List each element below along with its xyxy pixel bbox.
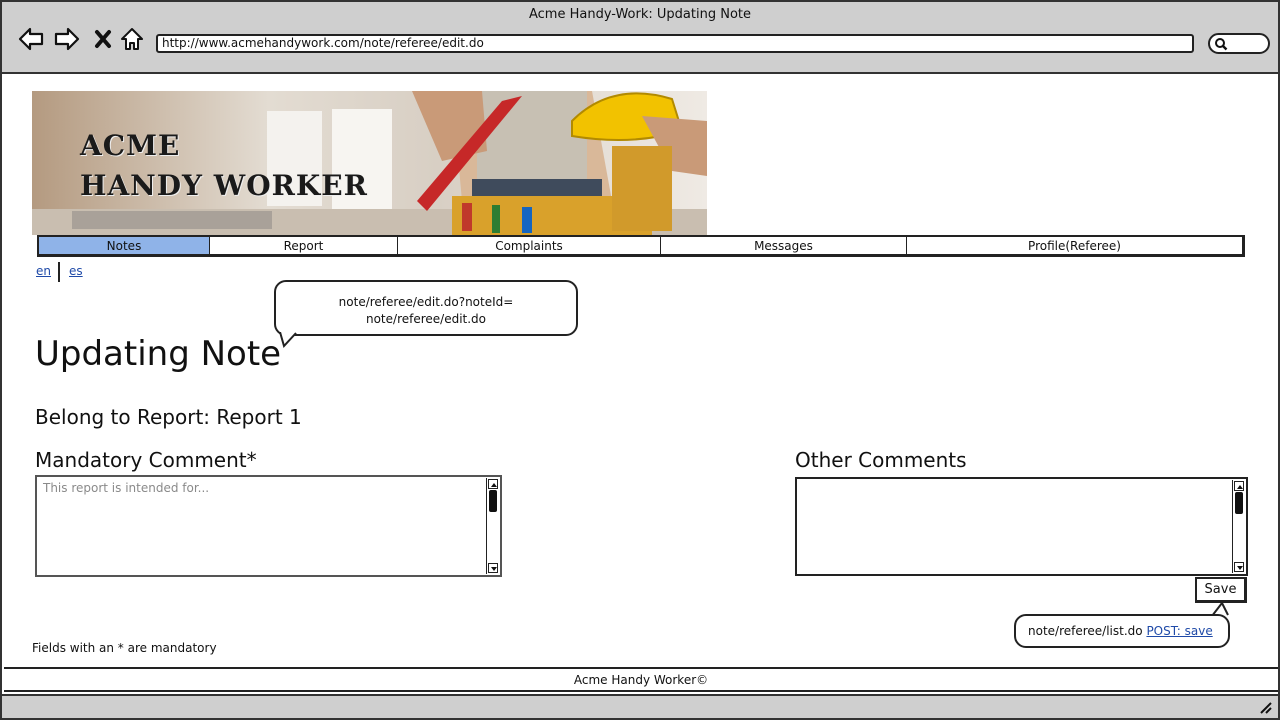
forward-arrow-icon[interactable] <box>52 24 82 54</box>
mandatory-comment-textarea[interactable]: This report is intended for... <box>35 475 502 577</box>
resize-grip-icon[interactable] <box>1258 700 1272 714</box>
callout-url-line2: note/referee/edit.do <box>365 312 487 326</box>
back-arrow-icon[interactable] <box>16 24 46 54</box>
callout-list-url: note/referee/list.do <box>1028 624 1147 638</box>
tab-profile[interactable]: Profile(Referee) <box>907 237 1242 254</box>
mandatory-comment-scrollbar[interactable] <box>486 478 499 574</box>
other-comments-label: Other Comments <box>795 448 967 472</box>
tab-report[interactable]: Report <box>210 237 398 254</box>
language-link-en[interactable]: en <box>36 264 51 278</box>
banner-logo-line1: ACME <box>80 129 181 162</box>
tab-complaints[interactable]: Complaints <box>398 237 661 254</box>
belong-to-report: Belong to Report: Report 1 <box>35 405 302 429</box>
mandatory-comment-placeholder: This report is intended for... <box>43 481 210 495</box>
scroll-up-icon[interactable] <box>488 479 498 489</box>
save-action-callout: note/referee/list.do POST: save <box>1014 614 1230 648</box>
language-separator <box>58 262 60 282</box>
post-save-link[interactable]: POST: save <box>1146 624 1212 638</box>
banner-image: ACME HANDY WORKER <box>32 91 707 235</box>
page-footer: Acme Handy Worker© <box>4 667 1278 692</box>
tab-notes[interactable]: Notes <box>39 237 210 254</box>
callout-tail-icon <box>279 332 297 348</box>
home-icon[interactable] <box>117 24 147 54</box>
address-bar[interactable]: http://www.acmehandywork.com/note/refere… <box>156 34 1194 53</box>
edit-url-callout: note/referee/edit.do?noteId= note/refere… <box>274 280 578 336</box>
other-comments-scrollbar[interactable] <box>1232 480 1245 573</box>
browser-search-field[interactable] <box>1208 33 1270 54</box>
callout-url-line1: note/referee/edit.do?noteId= <box>338 295 514 309</box>
language-link-es[interactable]: es <box>69 264 83 278</box>
page-title: Updating Note <box>35 334 282 374</box>
scroll-thumb[interactable] <box>489 490 497 512</box>
tab-messages[interactable]: Messages <box>661 237 907 254</box>
banner-logo-line2: HANDY WORKER <box>80 169 368 202</box>
mandatory-fields-note: Fields with an * are mandatory <box>32 641 217 655</box>
other-comments-textarea[interactable] <box>795 477 1248 576</box>
save-button[interactable]: Save <box>1195 577 1247 603</box>
browser-toolbar: Acme Handy-Work: Updating Note http://ww… <box>2 2 1278 74</box>
scroll-down-icon[interactable] <box>1234 562 1244 572</box>
search-icon <box>1215 38 1228 51</box>
scroll-thumb[interactable] <box>1235 492 1243 514</box>
main-nav-tabs: Notes Report Complaints Messages Profile… <box>37 235 1245 257</box>
scroll-down-icon[interactable] <box>488 563 498 573</box>
window-title: Acme Handy-Work: Updating Note <box>529 7 751 22</box>
close-icon[interactable] <box>88 24 118 54</box>
browser-window: Acme Handy-Work: Updating Note http://ww… <box>0 0 1280 720</box>
scroll-up-icon[interactable] <box>1234 481 1244 491</box>
mandatory-comment-label: Mandatory Comment* <box>35 448 257 472</box>
browser-status-bar <box>2 694 1278 718</box>
